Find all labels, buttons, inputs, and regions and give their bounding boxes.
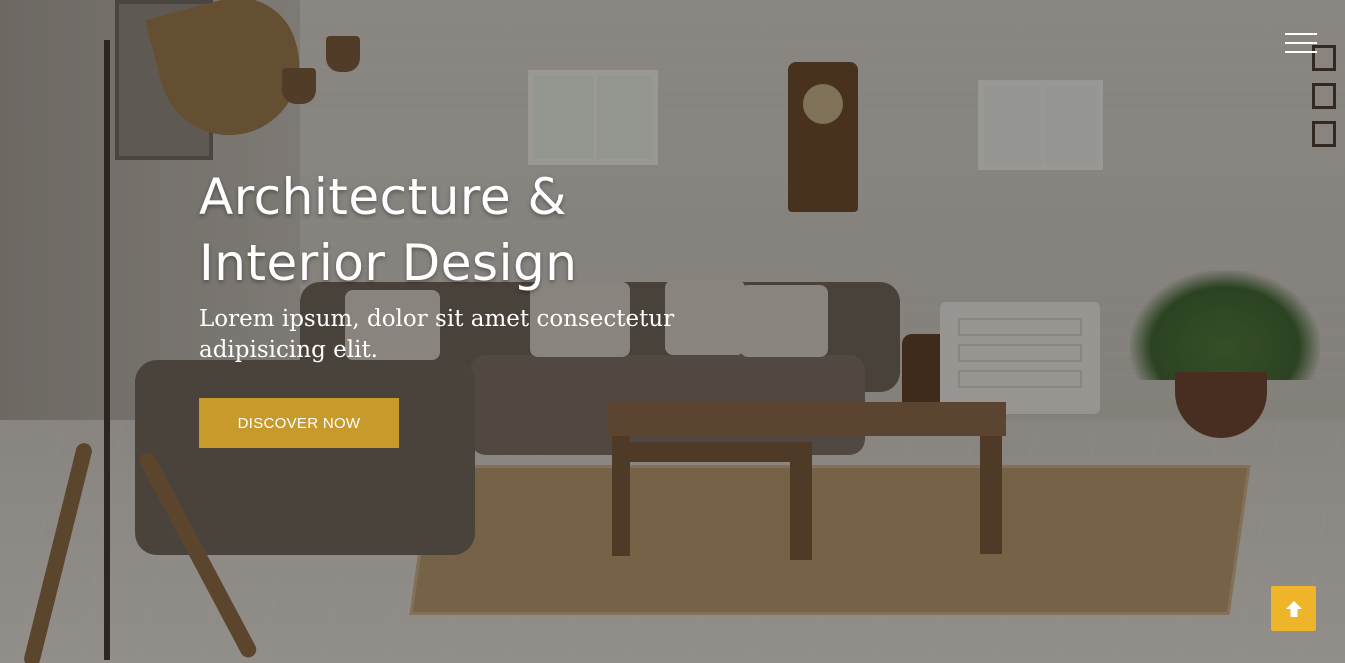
menu-bar [1285, 33, 1317, 35]
hero-section: Architecture & Interior Design Lorem ips… [0, 0, 1345, 663]
menu-bar [1285, 51, 1317, 53]
arrow-up-icon [1285, 600, 1302, 617]
menu-bar [1285, 42, 1317, 44]
hero-title-line1: Architecture & [199, 168, 567, 226]
back-to-top-button[interactable] [1271, 586, 1316, 631]
hero-title-line2: Interior Design [199, 234, 578, 292]
hero-content: Architecture & Interior Design Lorem ips… [199, 164, 819, 448]
hero-title: Architecture & Interior Design [199, 164, 819, 296]
discover-now-button[interactable]: DISCOVER NOW [199, 398, 399, 448]
hero-subtitle: Lorem ipsum, dolor sit amet consectetur … [199, 306, 675, 363]
hamburger-menu-icon[interactable] [1284, 30, 1318, 56]
